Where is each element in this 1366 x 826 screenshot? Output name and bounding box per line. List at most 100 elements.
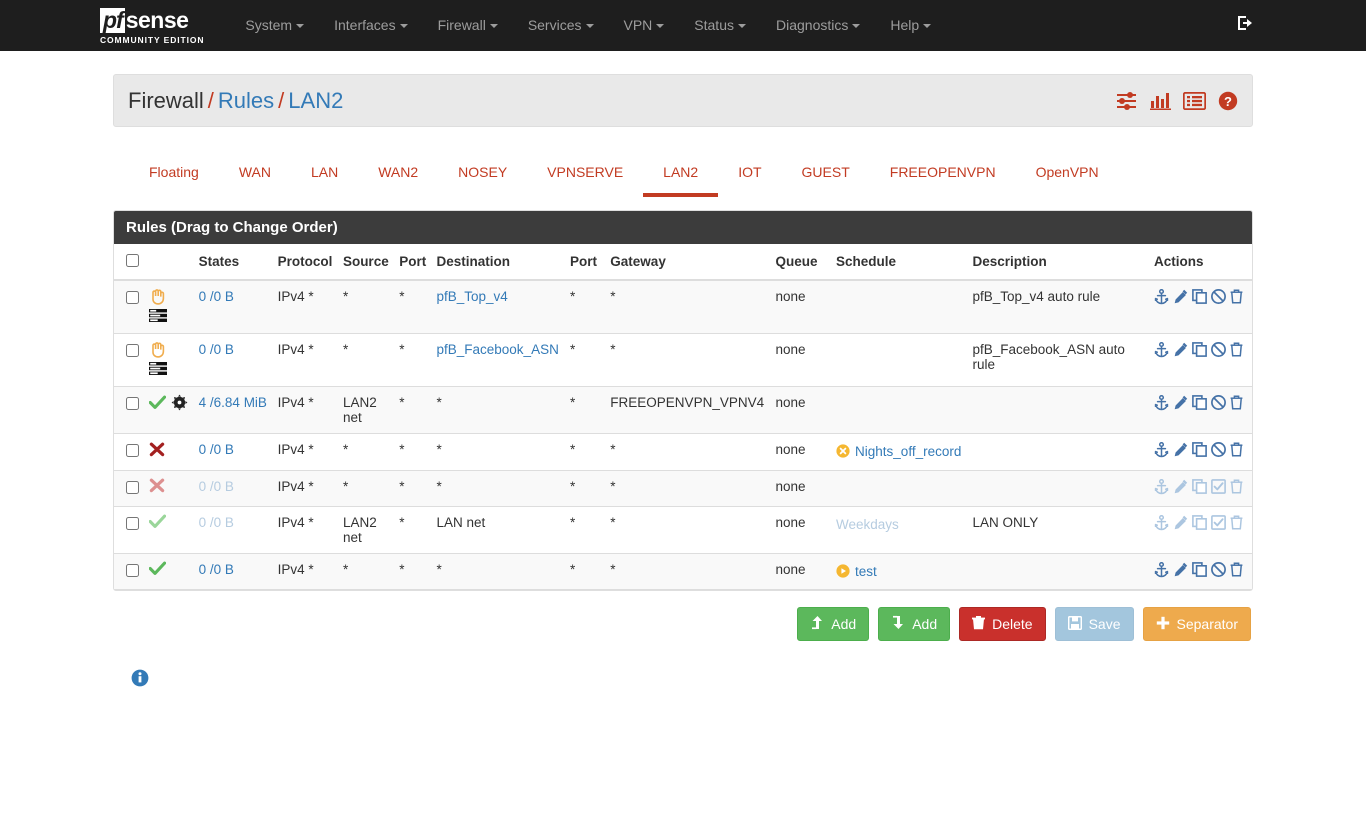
pass-check-icon[interactable] bbox=[148, 514, 167, 532]
breadcrumb-link-rules[interactable]: Rules bbox=[218, 88, 274, 113]
advanced-settings-icon[interactable] bbox=[1116, 91, 1138, 110]
rule-schedule-label[interactable]: Nights_off_record bbox=[855, 442, 961, 462]
tab-floating[interactable]: Floating bbox=[129, 154, 219, 197]
advanced-gear-icon[interactable] bbox=[171, 394, 188, 414]
tab-wan2[interactable]: WAN2 bbox=[358, 154, 438, 197]
tab-openvpn[interactable]: OpenVPN bbox=[1016, 154, 1119, 197]
move-anchor-icon[interactable] bbox=[1154, 288, 1169, 308]
move-anchor-icon[interactable] bbox=[1154, 341, 1169, 361]
nav-item-interfaces[interactable]: Interfaces bbox=[319, 0, 422, 51]
row-select-checkbox[interactable] bbox=[126, 344, 139, 357]
rule-destination-cell[interactable]: pfB_Facebook_ASN bbox=[431, 333, 565, 387]
copy-icon[interactable] bbox=[1192, 395, 1207, 414]
log-list-icon[interactable] bbox=[1183, 91, 1206, 110]
row-select-checkbox[interactable] bbox=[126, 563, 139, 577]
save-rules-button[interactable]: Save bbox=[1054, 607, 1134, 642]
row-select-checkbox[interactable] bbox=[126, 480, 139, 494]
copy-icon[interactable] bbox=[1192, 514, 1207, 534]
pass-check-icon[interactable] bbox=[148, 395, 167, 413]
breadcrumb-link-lan2[interactable]: LAN2 bbox=[288, 88, 343, 113]
tab-vpnserve[interactable]: VPNSERVE bbox=[527, 154, 643, 197]
tab-lan2[interactable]: LAN2 bbox=[643, 154, 719, 197]
move-anchor-icon[interactable] bbox=[1154, 478, 1169, 498]
nav-item-vpn[interactable]: VPN bbox=[609, 0, 680, 51]
enable-check-icon[interactable] bbox=[1211, 514, 1226, 534]
nav-item-services[interactable]: Services bbox=[513, 0, 609, 51]
rule-schedule-label[interactable]: test bbox=[855, 562, 877, 582]
rule-schedule-cell[interactable]: test bbox=[831, 553, 968, 591]
table-row[interactable]: 0 /0 B IPv4 * * * * * * none Nights_off_record bbox=[114, 433, 1252, 471]
rule-states-value[interactable]: 0 /0 B bbox=[199, 562, 234, 577]
tab-freeopenvpn[interactable]: FREEOPENVPN bbox=[870, 154, 1016, 197]
edit-pencil-icon[interactable] bbox=[1173, 289, 1188, 308]
delete-trash-icon[interactable] bbox=[1230, 479, 1243, 498]
edit-pencil-icon[interactable] bbox=[1173, 342, 1188, 361]
tab-wan[interactable]: WAN bbox=[219, 154, 291, 197]
select-all-checkbox[interactable] bbox=[126, 254, 139, 267]
pfsense-logo[interactable]: pf sense COMMUNITY EDITION bbox=[100, 0, 204, 51]
log-icon[interactable] bbox=[149, 361, 168, 378]
rule-states-value[interactable]: 0 /0 B bbox=[199, 515, 234, 530]
move-anchor-icon[interactable] bbox=[1154, 514, 1169, 534]
table-row[interactable]: 0 /0 B IPv4 * * * pfB_Top_v4 * * none pfB_Top_v4… bbox=[114, 280, 1252, 334]
rule-states-cell[interactable]: 0 /0 B bbox=[193, 280, 273, 334]
move-anchor-icon[interactable] bbox=[1154, 441, 1169, 461]
rule-schedule-cell[interactable]: Weekdays bbox=[831, 506, 968, 554]
rule-states-value[interactable]: 0 /0 B bbox=[199, 442, 234, 457]
block-hand-icon[interactable] bbox=[149, 341, 167, 361]
nav-item-diagnostics[interactable]: Diagnostics bbox=[761, 0, 875, 51]
ban-icon[interactable] bbox=[1211, 561, 1226, 581]
nav-item-system[interactable]: System bbox=[230, 0, 319, 51]
enable-check-icon[interactable] bbox=[1211, 478, 1226, 498]
ban-icon[interactable] bbox=[1211, 289, 1226, 308]
delete-trash-icon[interactable] bbox=[1230, 342, 1243, 361]
rule-states-cell[interactable]: 0 /0 B bbox=[193, 433, 273, 471]
copy-icon[interactable] bbox=[1192, 442, 1207, 461]
edit-pencil-icon[interactable] bbox=[1173, 442, 1188, 461]
delete-trash-icon[interactable] bbox=[1230, 562, 1243, 581]
edit-pencil-icon[interactable] bbox=[1173, 479, 1188, 498]
row-select-checkbox[interactable] bbox=[126, 516, 139, 530]
edit-pencil-icon[interactable] bbox=[1173, 515, 1188, 534]
rule-states-cell[interactable]: 0 /0 B bbox=[193, 333, 273, 387]
move-anchor-icon[interactable] bbox=[1154, 394, 1169, 414]
row-select-checkbox[interactable] bbox=[126, 397, 139, 410]
rule-states-cell[interactable]: 4 /6.84 MiB bbox=[193, 386, 273, 434]
copy-icon[interactable] bbox=[1192, 478, 1207, 498]
logout-icon[interactable] bbox=[1236, 13, 1256, 35]
reject-cross-icon[interactable] bbox=[149, 442, 165, 460]
add-rule-bottom-button[interactable]: Add bbox=[878, 607, 951, 642]
edit-pencil-icon[interactable] bbox=[1173, 395, 1188, 414]
table-row[interactable]: 4 /6.84 MiB IPv4 * LAN2 net * * * FREEOPENVPN_… bbox=[114, 386, 1252, 434]
rule-schedule-label[interactable]: Weekdays bbox=[836, 515, 899, 535]
edit-pencil-icon[interactable] bbox=[1173, 562, 1188, 581]
move-anchor-icon[interactable] bbox=[1154, 561, 1169, 581]
copy-icon[interactable] bbox=[1192, 342, 1207, 361]
nav-item-help[interactable]: Help bbox=[875, 0, 946, 51]
ban-icon[interactable] bbox=[1211, 342, 1226, 361]
rule-states-value[interactable]: 4 /6.84 MiB bbox=[199, 395, 267, 410]
delete-rules-button[interactable]: Delete bbox=[959, 607, 1046, 642]
rule-states-value[interactable]: 0 /0 B bbox=[199, 479, 234, 494]
row-select-checkbox[interactable] bbox=[126, 444, 139, 457]
info-circle-icon[interactable] bbox=[131, 669, 149, 690]
traffic-graph-icon[interactable] bbox=[1150, 91, 1171, 110]
tab-guest[interactable]: GUEST bbox=[782, 154, 870, 197]
delete-trash-icon[interactable] bbox=[1230, 289, 1243, 308]
rule-destination-cell[interactable]: pfB_Top_v4 bbox=[431, 280, 565, 334]
add-rule-top-button[interactable]: Add bbox=[797, 607, 870, 642]
copy-icon[interactable] bbox=[1192, 289, 1207, 308]
tab-iot[interactable]: IOT bbox=[718, 154, 781, 197]
rule-states-value[interactable]: 0 /0 B bbox=[199, 342, 234, 357]
rule-schedule-cell[interactable]: Nights_off_record bbox=[831, 433, 968, 471]
block-hand-icon[interactable] bbox=[149, 288, 167, 308]
rule-destination-cell-link[interactable]: pfB_Facebook_ASN bbox=[437, 342, 559, 357]
rule-destination-cell-link[interactable]: pfB_Top_v4 bbox=[437, 289, 508, 304]
rule-states-cell[interactable]: 0 /0 B bbox=[193, 553, 273, 591]
table-row[interactable]: 0 /0 B IPv4 * * * pfB_Facebook_ASN * * none pfB_… bbox=[114, 333, 1252, 387]
nav-item-firewall[interactable]: Firewall bbox=[423, 0, 513, 51]
add-separator-button[interactable]: Separator bbox=[1142, 607, 1251, 642]
nav-item-status[interactable]: Status bbox=[679, 0, 761, 51]
ban-icon[interactable] bbox=[1211, 395, 1226, 414]
rule-states-value[interactable]: 0 /0 B bbox=[199, 289, 234, 304]
